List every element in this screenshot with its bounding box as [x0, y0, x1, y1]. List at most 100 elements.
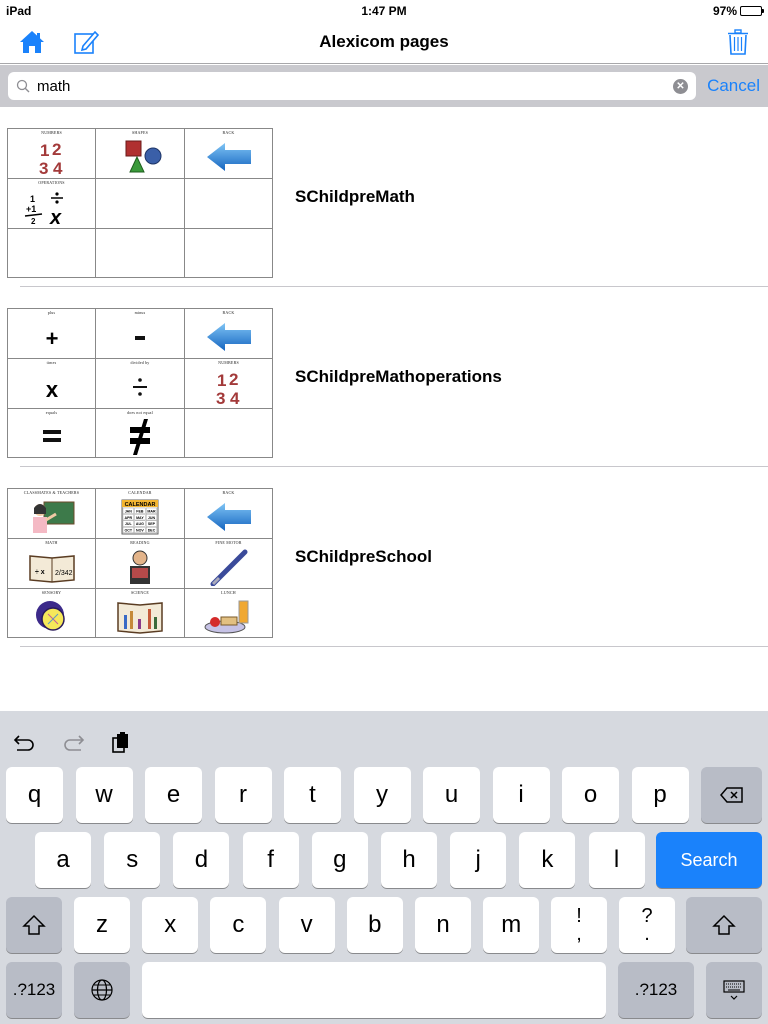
- page-title: Alexicom pages: [319, 32, 449, 51]
- thumbnail-cell: BACK: [185, 129, 272, 179]
- redo-icon[interactable]: [60, 729, 86, 755]
- key-p[interactable]: p: [631, 767, 689, 823]
- cell-label: SENSORY: [41, 590, 62, 595]
- cell-label: BACK: [222, 310, 235, 315]
- key-h[interactable]: h: [381, 832, 437, 888]
- key-o[interactable]: o: [562, 767, 619, 823]
- key-q[interactable]: q: [6, 767, 63, 823]
- key-exclaim-comma[interactable]: !,: [551, 897, 607, 953]
- paste-icon[interactable]: [108, 729, 134, 755]
- numbers-icon: 1234: [185, 367, 272, 406]
- svg-text:+: +: [45, 326, 58, 351]
- key-x[interactable]: x: [142, 897, 199, 953]
- search-input[interactable]: [37, 77, 673, 95]
- key-l[interactable]: l: [588, 832, 645, 888]
- search-key[interactable]: Search: [656, 832, 762, 888]
- thumbnail-cell: SENSORY: [8, 589, 96, 637]
- key-k[interactable]: k: [519, 832, 576, 888]
- lunch-icon: [185, 597, 272, 635]
- thumbnail-cell: OPERATIONS 1 +1 2 x: [8, 179, 96, 229]
- numbers-key-left[interactable]: .?123: [6, 962, 62, 1018]
- svg-text:÷ x: ÷ x: [35, 569, 45, 576]
- reading-icon: [96, 547, 184, 586]
- shift-key-left[interactable]: [6, 897, 62, 953]
- key-j[interactable]: j: [450, 832, 507, 888]
- numbers-icon: 1234: [8, 137, 95, 176]
- key-t[interactable]: t: [284, 767, 341, 823]
- teacher-icon: [8, 497, 95, 536]
- key-i[interactable]: i: [492, 767, 550, 823]
- cell-label: does not equal: [127, 410, 153, 415]
- globe-key[interactable]: [74, 962, 130, 1018]
- thumbnail-cell: SCIENCE: [96, 589, 185, 637]
- thumbnail-cell: [96, 229, 185, 277]
- svg-text:2: 2: [52, 140, 61, 159]
- globe-icon: [91, 979, 113, 1001]
- search-field[interactable]: ✕: [8, 72, 696, 100]
- svg-text:NOV: NOV: [136, 528, 144, 532]
- cell-label: SCIENCE: [130, 590, 150, 595]
- page-thumbnail: CLASSMATES & TEACHERS CALENDAR CALENDAR JAN…: [7, 488, 273, 638]
- thumbnail-cell: [185, 179, 272, 229]
- key-a[interactable]: a: [35, 832, 91, 888]
- keyboard-toolbar: [12, 729, 134, 755]
- thumbnail-cell: [8, 229, 96, 277]
- cancel-button[interactable]: Cancel: [707, 76, 760, 96]
- backspace-icon: [719, 787, 743, 803]
- result-item[interactable]: NUMBERS 1 2 3 4 SHAPES BACK OPERATIONS 1 +1 2 x SCh…: [0, 107, 768, 287]
- clock: 1:47 PM: [361, 4, 407, 18]
- thumbnail-cell: READING: [96, 539, 185, 589]
- svg-text:MAY: MAY: [136, 515, 144, 519]
- times-icon: x: [8, 367, 95, 406]
- numbers-key-right[interactable]: .?123: [618, 962, 694, 1018]
- svg-text:MAR: MAR: [147, 509, 156, 513]
- svg-text:FEB: FEB: [136, 509, 144, 513]
- key-r[interactable]: r: [214, 767, 272, 823]
- minus-icon: [96, 317, 184, 356]
- thumbnail-cell: LUNCH: [185, 589, 272, 637]
- key-w[interactable]: w: [75, 767, 133, 823]
- key-question-period[interactable]: ?.: [619, 897, 675, 953]
- svg-text:x: x: [45, 377, 58, 402]
- svg-text:4: 4: [53, 159, 63, 176]
- cell-label: CLASSMATES & TEACHERS: [23, 490, 80, 495]
- key-z[interactable]: z: [74, 897, 130, 953]
- key-c[interactable]: c: [210, 897, 267, 953]
- undo-icon[interactable]: [12, 729, 38, 755]
- svg-text:4: 4: [230, 389, 240, 406]
- key-b[interactable]: b: [346, 897, 403, 953]
- thumbnail-cell: NUMBERS 1 2 3 4: [8, 129, 96, 179]
- space-key[interactable]: [142, 962, 606, 1018]
- thumbnail-cell: does not equal: [96, 409, 185, 457]
- result-title: SChildpreMathoperations: [295, 367, 502, 386]
- shift-key-right[interactable]: [686, 897, 762, 953]
- hide-keyboard-key[interactable]: [706, 962, 762, 1018]
- thumbnail-cell: FINE MOTOR: [185, 539, 272, 589]
- svg-text:3: 3: [39, 159, 48, 176]
- not-equal-icon: [96, 417, 184, 455]
- key-f[interactable]: f: [242, 832, 299, 888]
- cell-label: equals: [45, 410, 58, 415]
- key-n[interactable]: n: [415, 897, 471, 953]
- key-s[interactable]: s: [104, 832, 161, 888]
- clear-search-button[interactable]: ✕: [673, 78, 688, 94]
- cell-label: divided by: [130, 360, 150, 365]
- back-arrow-icon: [185, 317, 272, 356]
- svg-text:3: 3: [216, 389, 225, 406]
- svg-text:CALENDAR: CALENDAR: [125, 502, 156, 508]
- thumbnail-cell: BACK: [185, 309, 272, 359]
- key-d[interactable]: d: [173, 832, 230, 888]
- trash-icon[interactable]: [724, 28, 752, 56]
- svg-text:x: x: [49, 207, 62, 226]
- key-u[interactable]: u: [423, 767, 480, 823]
- key-v[interactable]: v: [278, 897, 335, 953]
- key-g[interactable]: g: [311, 832, 368, 888]
- key-e[interactable]: e: [145, 767, 202, 823]
- key-m[interactable]: m: [483, 897, 540, 953]
- result-item[interactable]: CLASSMATES & TEACHERS CALENDAR CALENDAR JAN…: [0, 467, 768, 647]
- operations-icon: 1 +1 2 x: [8, 187, 95, 226]
- key-y[interactable]: y: [353, 767, 411, 823]
- thumbnail-cell: times x: [8, 359, 96, 409]
- result-item[interactable]: plus + minus BACK times x divided by NUMBERS 1 2 3…: [0, 287, 768, 467]
- backspace-key[interactable]: [701, 767, 762, 823]
